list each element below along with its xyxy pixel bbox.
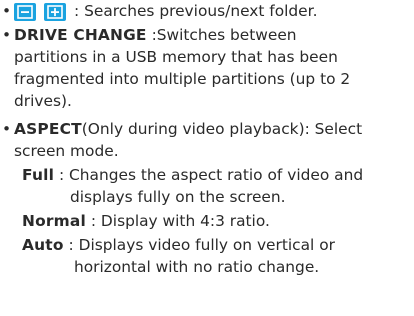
bullet: • [2,26,12,44]
bullet: • [2,2,12,20]
aspect-title: ASPECT [14,120,82,138]
drive-change-line4: drives). [14,92,72,110]
auto-mode-row: Auto : Displays video fully on vertical … [22,234,335,256]
drive-change-line1: :Switches between [151,26,297,44]
full-mode-label: Full [22,166,55,184]
next-folder-button[interactable] [44,3,66,21]
full-mode-line2: displays fully on the screen. [70,188,286,206]
previous-folder-button[interactable] [14,3,36,21]
drive-change-line2: partitions in a USB memory that has been [14,48,338,66]
drive-change-line3: fragmented into multiple partitions (up … [14,70,351,88]
normal-mode-row: Normal : Display with 4:3 ratio. [22,210,270,232]
full-mode-row: Full : Changes the aspect ratio of video… [22,164,363,186]
aspect-row: • ASPECT(Only during video playback): Se… [0,118,414,140]
bullet: • [2,120,12,138]
auto-mode-line1: : Displays video fully on vertical or [68,236,335,254]
drive-change-title: DRIVE CHANGE [14,26,147,44]
auto-mode-line2: horizontal with no ratio change. [74,258,320,276]
full-mode-line1: : Changes the aspect ratio of video and [58,166,364,184]
folder-search-row: • : Searches previous/next folder. [0,0,414,22]
aspect-line1: (Only during video playback): Select [81,120,363,138]
folder-search-text: : Searches previous/next folder. [74,2,318,20]
normal-mode-line1: : Display with 4:3 ratio. [90,212,270,230]
minus-icon [17,5,33,19]
auto-mode-label: Auto [22,236,64,254]
normal-mode-label: Normal [22,212,86,230]
aspect-line2: screen mode. [14,142,119,160]
plus-icon [47,5,63,19]
drive-change-row: • DRIVE CHANGE :Switches between [0,24,414,46]
